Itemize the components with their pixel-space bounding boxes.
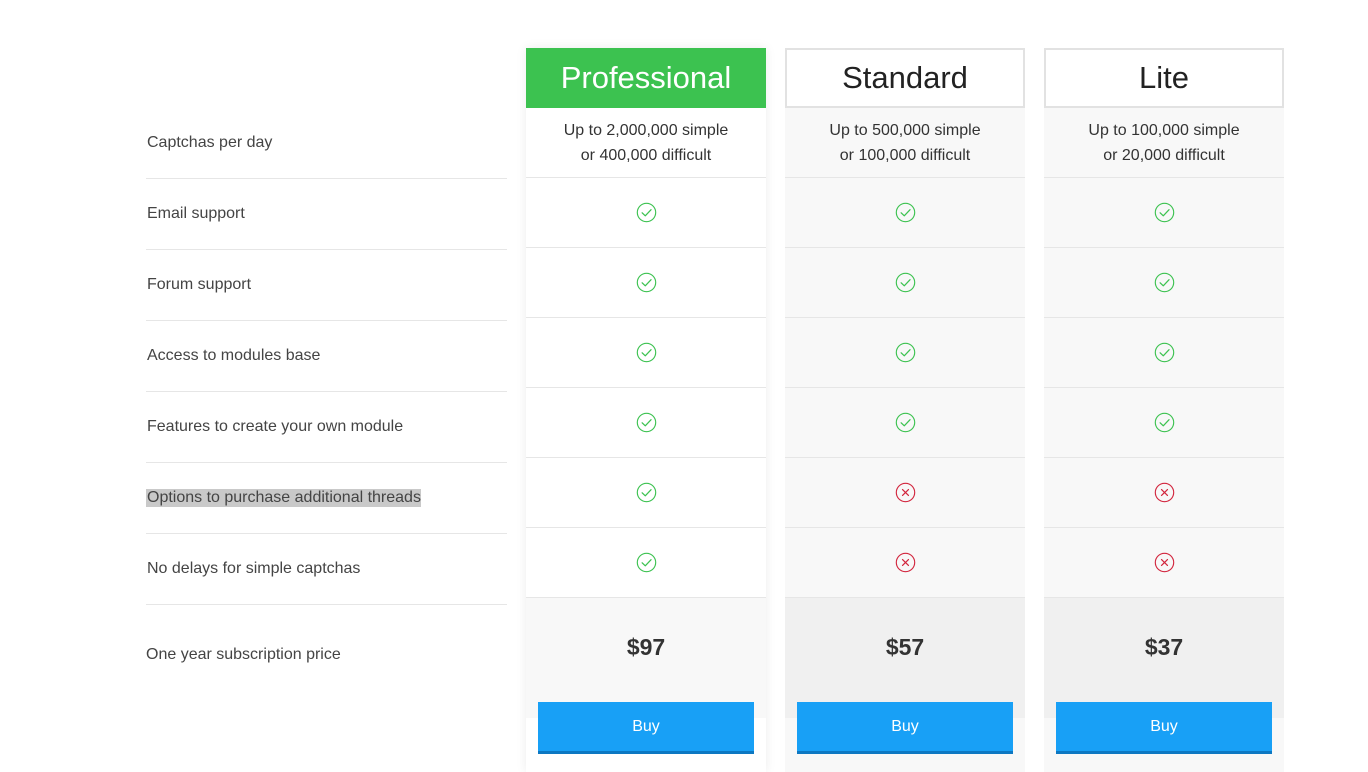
plan-column-standard: Standard Up to 500,000 simple or 100,000… xyxy=(785,48,1025,772)
feature-label-additional-threads: Options to purchase additional threads xyxy=(146,463,507,534)
check-circle-icon xyxy=(1154,202,1174,223)
feature-cell xyxy=(1044,388,1284,458)
captchas-difficult: or 400,000 difficult xyxy=(580,146,712,164)
feature-label-captchas: Captchas per day xyxy=(146,108,507,179)
check-circle-icon xyxy=(1154,342,1174,363)
price-area: $57 Buy xyxy=(785,598,1025,754)
plan-price: $57 xyxy=(885,634,925,660)
cross-circle-icon xyxy=(895,482,915,503)
feature-cell xyxy=(1044,528,1284,598)
cross-circle-icon xyxy=(895,552,915,573)
buy-button-professional[interactable]: Buy xyxy=(538,702,754,754)
feature-cell xyxy=(785,178,1025,248)
check-circle-icon xyxy=(636,272,656,293)
feature-cell xyxy=(526,248,766,318)
pricing-page: Captchas per day Email support Forum sup… xyxy=(0,0,1368,772)
feature-cell xyxy=(526,528,766,598)
plan-title: Lite xyxy=(1044,48,1284,108)
captchas-cell: Up to 500,000 simple or 100,000 difficul… xyxy=(785,108,1025,178)
captchas-simple: Up to 100,000 simple xyxy=(1088,121,1240,139)
plan-column-professional: Professional Up to 2,000,000 simple or 4… xyxy=(526,48,766,772)
captchas-difficult: or 100,000 difficult xyxy=(839,146,971,164)
feature-cell xyxy=(1044,318,1284,388)
feature-cell xyxy=(785,528,1025,598)
captchas-simple: Up to 500,000 simple xyxy=(829,121,981,139)
feature-label-email-support: Email support xyxy=(146,179,507,250)
feature-label-modules-base: Access to modules base xyxy=(146,321,507,392)
plan-price: $97 xyxy=(626,634,666,660)
check-circle-icon xyxy=(636,552,656,573)
feature-cell xyxy=(526,388,766,458)
feature-cell xyxy=(785,458,1025,528)
check-circle-icon xyxy=(636,342,656,363)
price-label: One year subscription price xyxy=(146,646,341,663)
check-circle-icon xyxy=(636,482,656,503)
plan-price: $37 xyxy=(1144,634,1184,660)
captchas-difficult: or 20,000 difficult xyxy=(1103,146,1225,164)
feature-labels: Captchas per day Email support Forum sup… xyxy=(146,108,507,705)
check-circle-icon xyxy=(895,342,915,363)
price-area: $37 Buy xyxy=(1044,598,1284,754)
check-circle-icon xyxy=(636,202,656,223)
feature-cell xyxy=(1044,458,1284,528)
price-area: $97 Buy xyxy=(526,598,766,754)
check-circle-icon xyxy=(1154,412,1174,433)
feature-cell xyxy=(785,248,1025,318)
feature-cell xyxy=(526,458,766,528)
check-circle-icon xyxy=(895,412,915,433)
buy-button-standard[interactable]: Buy xyxy=(797,702,1013,754)
plan-title: Standard xyxy=(785,48,1025,108)
captchas-cell: Up to 2,000,000 simple or 400,000 diffic… xyxy=(526,108,766,178)
check-circle-icon xyxy=(895,202,915,223)
cross-circle-icon xyxy=(1154,482,1174,503)
plan-title: Professional xyxy=(526,48,766,108)
feature-cell xyxy=(785,388,1025,458)
captchas-cell: Up to 100,000 simple or 20,000 difficult xyxy=(1044,108,1284,178)
captchas-simple: Up to 2,000,000 simple xyxy=(563,121,729,139)
plan-column-lite: Lite Up to 100,000 simple or 20,000 diff… xyxy=(1044,48,1284,772)
check-circle-icon xyxy=(895,272,915,293)
cross-circle-icon xyxy=(1154,552,1174,573)
feature-label-no-delays: No delays for simple captchas xyxy=(146,534,507,605)
feature-cell xyxy=(1044,178,1284,248)
check-circle-icon xyxy=(1154,272,1174,293)
feature-cell xyxy=(526,318,766,388)
buy-button-lite[interactable]: Buy xyxy=(1056,702,1272,754)
feature-label-own-module: Features to create your own module xyxy=(146,392,507,463)
feature-label-forum-support: Forum support xyxy=(146,250,507,321)
feature-cell xyxy=(785,318,1025,388)
check-circle-icon xyxy=(636,412,656,433)
feature-cell xyxy=(1044,248,1284,318)
feature-cell xyxy=(526,178,766,248)
